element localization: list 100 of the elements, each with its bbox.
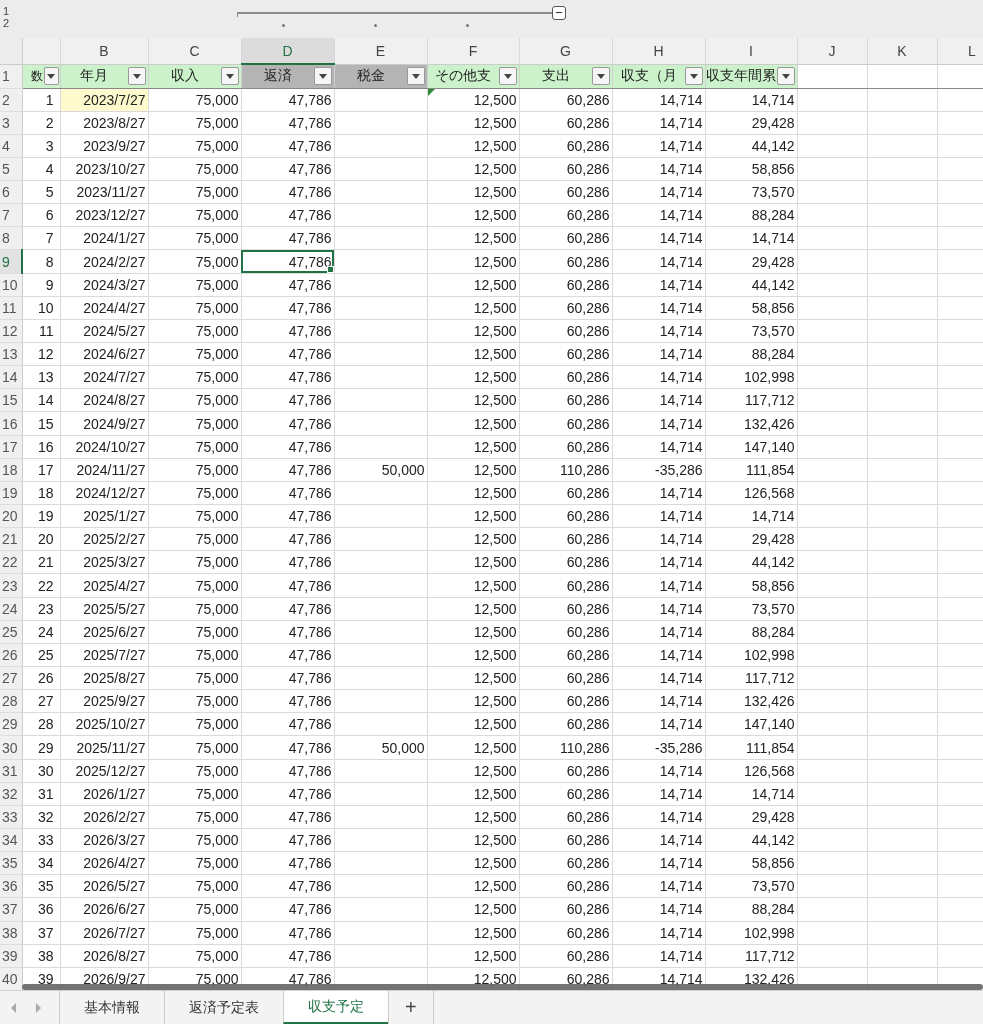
row-header[interactable]: 19 bbox=[0, 481, 22, 505]
row-header[interactable]: 13 bbox=[0, 342, 22, 366]
row-header[interactable]: 38 bbox=[0, 921, 22, 945]
row-header[interactable]: 32 bbox=[0, 782, 22, 806]
row-header[interactable]: 9 bbox=[0, 250, 22, 274]
filter-button[interactable] bbox=[776, 67, 795, 85]
column-header[interactable]: K bbox=[867, 38, 937, 64]
row-header[interactable]: 1 bbox=[0, 64, 22, 88]
filter-button[interactable] bbox=[406, 67, 425, 85]
table-cell: 60,286 bbox=[519, 620, 612, 644]
row-header[interactable]: 23 bbox=[0, 573, 22, 598]
table-cell: 47,786 bbox=[241, 643, 334, 667]
row-header[interactable]: 5 bbox=[0, 157, 22, 181]
row-header[interactable]: 20 bbox=[0, 504, 22, 528]
row-header[interactable]: 28 bbox=[0, 689, 22, 713]
row-header[interactable]: 27 bbox=[0, 666, 22, 690]
scrollbar[interactable] bbox=[22, 984, 983, 990]
row-header[interactable]: 14 bbox=[0, 365, 22, 389]
row-header[interactable]: 33 bbox=[0, 805, 22, 829]
table-cell: 5 bbox=[22, 180, 60, 204]
column-header[interactable]: G bbox=[519, 38, 612, 64]
add-sheet-button[interactable]: + bbox=[388, 991, 434, 1024]
sheet-tab[interactable]: 基本情報 bbox=[59, 991, 165, 1024]
row-header[interactable]: 12 bbox=[0, 319, 22, 343]
row-header[interactable]: 10 bbox=[0, 273, 22, 297]
filter-button[interactable] bbox=[43, 67, 59, 85]
table-cell: 14,714 bbox=[612, 573, 705, 598]
row-header[interactable]: 24 bbox=[0, 597, 22, 621]
row-header[interactable]: 16 bbox=[0, 411, 22, 436]
row-header[interactable]: 29 bbox=[0, 712, 22, 736]
table-cell: 12,500 bbox=[427, 805, 519, 829]
column-header[interactable]: B bbox=[60, 38, 148, 64]
outline-level-button[interactable]: 1 bbox=[0, 5, 16, 17]
column-header[interactable]: E bbox=[334, 38, 427, 64]
filter-button[interactable] bbox=[498, 67, 517, 85]
filter-button[interactable] bbox=[684, 67, 703, 85]
table-cell: 14,714 bbox=[612, 527, 705, 551]
table-cell: 47,786 bbox=[241, 435, 334, 459]
table-cell: 12 bbox=[22, 342, 60, 366]
outline-level-button[interactable]: 2 bbox=[0, 17, 16, 29]
row-header[interactable]: 4 bbox=[0, 134, 22, 158]
column-header[interactable]: C bbox=[148, 38, 241, 64]
column-header[interactable]: L bbox=[937, 38, 983, 64]
table-cell: 34 bbox=[22, 851, 60, 875]
table-cell: 14,714 bbox=[612, 689, 705, 713]
row-header[interactable]: 36 bbox=[0, 874, 22, 898]
row-header[interactable]: 18 bbox=[0, 458, 22, 482]
table-cell: 2024/11/27 bbox=[60, 458, 148, 482]
row-header[interactable]: 37 bbox=[0, 897, 22, 922]
table-cell: 2024/3/27 bbox=[60, 273, 148, 297]
table-cell: 2024/2/27 bbox=[60, 250, 148, 274]
table-cell: 75,000 bbox=[148, 458, 241, 482]
outline-dot-icon bbox=[466, 24, 469, 27]
row-header[interactable]: 31 bbox=[0, 759, 22, 783]
table-cell: 2026/2/27 bbox=[60, 805, 148, 829]
column-header[interactable]: F bbox=[427, 38, 519, 64]
row-header[interactable]: 25 bbox=[0, 620, 22, 644]
row-header[interactable]: 3 bbox=[0, 111, 22, 135]
table-cell: 47,786 bbox=[241, 157, 334, 181]
row-header[interactable]: 6 bbox=[0, 180, 22, 204]
selected-cell[interactable]: 47,786 bbox=[241, 250, 334, 274]
column-header[interactable]: I bbox=[705, 38, 797, 64]
row-header[interactable]: 34 bbox=[0, 828, 22, 852]
table-cell: 14,714 bbox=[612, 435, 705, 459]
row-header[interactable]: 7 bbox=[0, 203, 22, 227]
row-header[interactable]: 2 bbox=[0, 88, 22, 112]
row-header[interactable]: 40 bbox=[0, 967, 22, 990]
table-cell: 75,000 bbox=[148, 226, 241, 250]
table-cell: 111,854 bbox=[705, 735, 797, 760]
row-header[interactable]: 39 bbox=[0, 944, 22, 968]
table-cell: 12,500 bbox=[427, 111, 519, 135]
table-cell: 60,286 bbox=[519, 388, 612, 412]
table-cell: 75,000 bbox=[148, 527, 241, 551]
column-header[interactable]: J bbox=[797, 38, 867, 64]
table-cell: 147,140 bbox=[705, 435, 797, 459]
table-cell: 60,286 bbox=[519, 319, 612, 343]
column-title: 税金 bbox=[355, 67, 386, 85]
table-cell: 36 bbox=[22, 897, 60, 922]
row-header[interactable]: 21 bbox=[0, 527, 22, 551]
row-header[interactable]: 22 bbox=[0, 550, 22, 574]
table-cell: 58,856 bbox=[705, 157, 797, 181]
filter-button[interactable] bbox=[313, 67, 332, 86]
table-cell: 14,714 bbox=[612, 88, 705, 112]
row-header[interactable]: 11 bbox=[0, 296, 22, 320]
row-header[interactable]: 17 bbox=[0, 435, 22, 459]
row-header[interactable]: 35 bbox=[0, 851, 22, 875]
column-header[interactable]: H bbox=[612, 38, 705, 64]
filter-button[interactable] bbox=[127, 67, 146, 85]
row-header[interactable]: 8 bbox=[0, 226, 22, 250]
filter-button[interactable] bbox=[591, 67, 610, 85]
table-cell: 2023/9/27 bbox=[60, 134, 148, 158]
table-cell: 3 bbox=[22, 134, 60, 158]
filter-button[interactable] bbox=[220, 67, 239, 85]
row-header[interactable]: 26 bbox=[0, 643, 22, 667]
collapse-button[interactable]: − bbox=[552, 6, 566, 20]
sheet-tab[interactable]: 収支予定 bbox=[283, 991, 389, 1024]
row-header[interactable]: 30 bbox=[0, 735, 22, 760]
column-header[interactable]: D bbox=[241, 38, 334, 64]
row-header[interactable]: 15 bbox=[0, 388, 22, 412]
table-cell: 14,714 bbox=[705, 88, 797, 112]
